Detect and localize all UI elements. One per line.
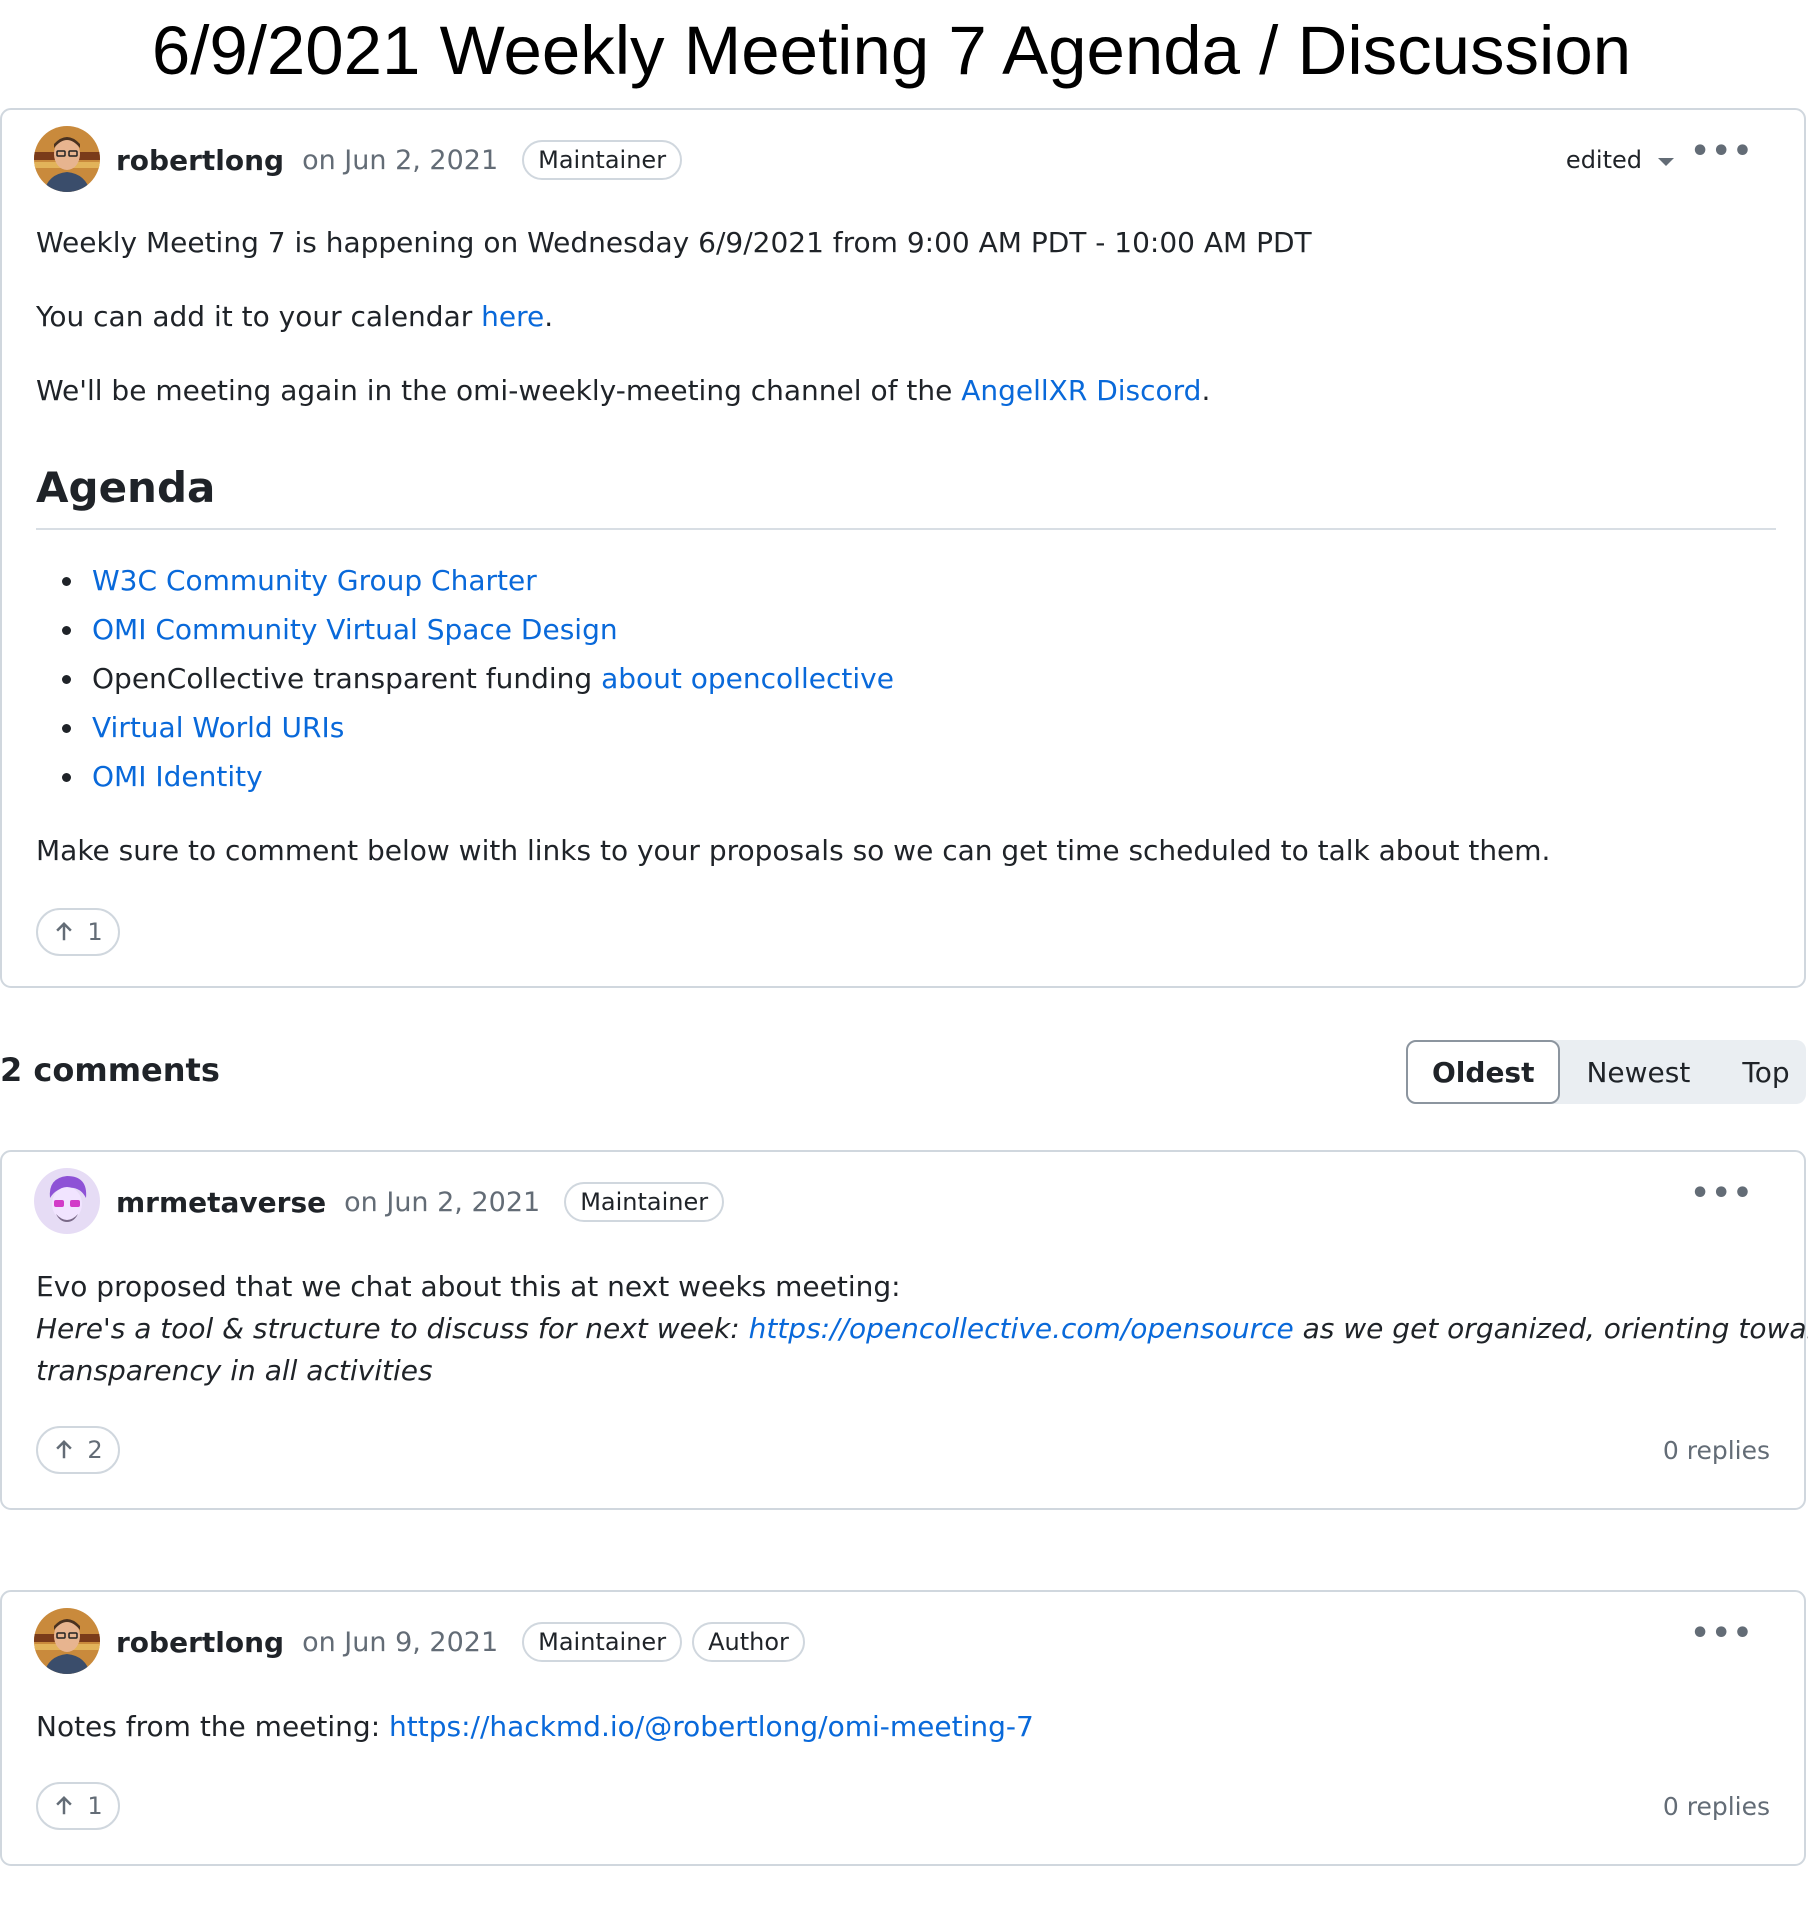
- calendar-link[interactable]: here: [481, 300, 544, 333]
- agenda-heading: Agenda: [36, 463, 216, 512]
- agenda-link-virtual-space-design[interactable]: OMI Community Virtual Space Design: [92, 613, 618, 646]
- post-paragraph-1: Weekly Meeting 7 is happening on Wednesd…: [36, 226, 1312, 259]
- comment-author[interactable]: mrmetaverse: [116, 1186, 326, 1219]
- maintainer-badge: Maintainer: [564, 1182, 725, 1222]
- post-paragraph-2: You can add it to your calendar here.: [36, 300, 554, 333]
- edited-dropdown[interactable]: edited: [1566, 138, 1674, 182]
- comment: mrmetaverse on Jun 2, 2021 Maintainer ••…: [0, 1150, 1808, 1510]
- comment-header: mrmetaverse on Jun 2, 2021 Maintainer: [116, 1180, 725, 1224]
- agenda-link-virtual-world-uris[interactable]: Virtual World URIs: [92, 711, 344, 744]
- avatar[interactable]: [34, 1608, 100, 1674]
- avatar[interactable]: [34, 126, 100, 192]
- agenda-link-w3c-charter[interactable]: W3C Community Group Charter: [92, 564, 537, 597]
- avatar-mrmetaverse-image: [34, 1168, 100, 1234]
- comment-quote-line-2: transparency in all activities: [36, 1354, 433, 1387]
- author-badge: Author: [692, 1622, 805, 1662]
- agenda-item: OMI Identity: [62, 756, 263, 798]
- replies-count[interactable]: 0 replies: [1663, 1436, 1770, 1465]
- upvote-button[interactable]: 1: [36, 1782, 120, 1830]
- comment-paragraph: Evo proposed that we chat about this at …: [36, 1270, 901, 1303]
- avatar[interactable]: [34, 1168, 100, 1234]
- arrow-up-icon: [56, 921, 73, 941]
- upvote-count: 1: [87, 918, 103, 946]
- maintainer-badge: Maintainer: [522, 1622, 683, 1662]
- comment-author[interactable]: robertlong: [116, 1626, 284, 1659]
- comment-date[interactable]: on Jun 9, 2021: [302, 1627, 498, 1658]
- post-header: robertlong on Jun 2, 2021 Maintainer: [116, 138, 683, 182]
- sort-tabs: Oldest Newest Top: [1406, 1040, 1806, 1104]
- more-options-icon[interactable]: •••: [1690, 1176, 1754, 1211]
- post-author[interactable]: robertlong: [116, 144, 284, 177]
- agenda-link-opencollective[interactable]: about opencollective: [601, 662, 894, 695]
- page-title: 6/9/2021 Weekly Meeting 7 Agenda / Discu…: [151, 12, 1632, 89]
- hackmd-notes-link[interactable]: https://hackmd.io/@robertlong/omi-meetin…: [389, 1710, 1034, 1743]
- agenda-item: OMI Community Virtual Space Design: [62, 609, 618, 651]
- comment-header: robertlong on Jun 9, 2021 Maintainer Aut…: [116, 1620, 805, 1664]
- edited-label: edited: [1565, 146, 1642, 174]
- discord-link[interactable]: AngellXR Discord: [961, 374, 1201, 407]
- divider: [36, 528, 1776, 530]
- sort-oldest-tab[interactable]: Oldest: [1406, 1040, 1561, 1104]
- comment: robertlong on Jun 9, 2021 Maintainer Aut…: [0, 1590, 1806, 1866]
- agenda-link-omi-identity[interactable]: OMI Identity: [92, 760, 263, 793]
- agenda-item: W3C Community Group Charter: [62, 560, 537, 602]
- caret-down-icon: [1658, 158, 1674, 166]
- discussion-page: 6/9/2021 Weekly Meeting 7 Agenda / Discu…: [0, 0, 1808, 1908]
- post-closing-paragraph: Make sure to comment below with links to…: [36, 834, 1551, 867]
- arrow-up-icon: [56, 1439, 73, 1459]
- avatar-robertlong-image: [34, 1608, 100, 1674]
- maintainer-badge: Maintainer: [522, 140, 683, 180]
- arrow-up-icon: [56, 1795, 73, 1815]
- sort-newest-tab[interactable]: Newest: [1560, 1056, 1716, 1089]
- comment-quote-line-1: Here's a tool & structure to discuss for…: [36, 1312, 1808, 1345]
- comment-paragraph: Notes from the meeting: https://hackmd.i…: [36, 1710, 1034, 1743]
- replies-count[interactable]: 0 replies: [1663, 1792, 1770, 1821]
- opencollective-link[interactable]: https://opencollective.com/opensource: [749, 1312, 1294, 1345]
- comments-count: 2 comments: [0, 1051, 220, 1089]
- more-options-icon[interactable]: •••: [1690, 1616, 1754, 1651]
- post-paragraph-3: We'll be meeting again in the omi-weekly…: [36, 374, 1211, 407]
- sort-top-tab[interactable]: Top: [1716, 1056, 1808, 1089]
- comment-date[interactable]: on Jun 2, 2021: [344, 1187, 540, 1218]
- post-date[interactable]: on Jun 2, 2021: [302, 145, 498, 176]
- agenda-item: Virtual World URIs: [61, 707, 344, 749]
- upvote-button[interactable]: 1: [36, 908, 120, 956]
- upvote-button[interactable]: 2: [36, 1426, 120, 1474]
- upvote-count: 2: [87, 1436, 103, 1464]
- upvote-count: 1: [87, 1792, 103, 1820]
- agenda-item: OpenCollective transparent funding about…: [62, 658, 894, 700]
- more-options-icon[interactable]: •••: [1690, 134, 1754, 169]
- avatar-robertlong-image: [34, 126, 100, 192]
- discussion-post: robertlong on Jun 2, 2021 Maintainer edi…: [0, 108, 1806, 988]
